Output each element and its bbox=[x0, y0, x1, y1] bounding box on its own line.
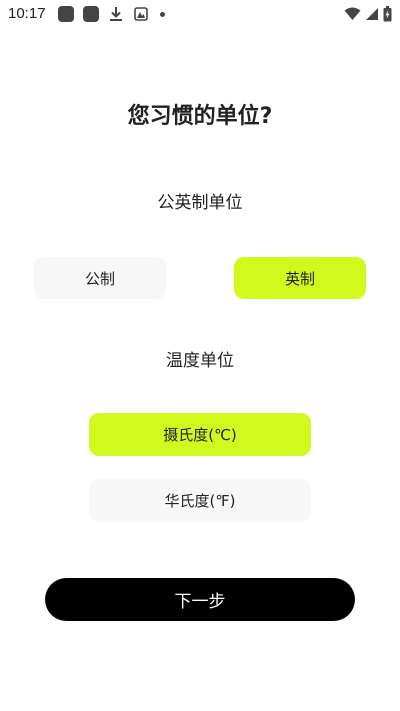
app-icon bbox=[83, 6, 99, 22]
fahrenheit-option[interactable]: 华氏度(℉) bbox=[89, 479, 311, 522]
imperial-option[interactable]: 英制 bbox=[234, 257, 366, 299]
photo-icon bbox=[133, 6, 149, 22]
fahrenheit-option-label: 华氏度(℉) bbox=[164, 492, 236, 510]
metric-option-label: 公制 bbox=[84, 269, 115, 288]
system-icons bbox=[340, 5, 392, 23]
status-time: 10:17 bbox=[8, 5, 46, 22]
celsius-option-label: 摄氏度(℃) bbox=[163, 426, 237, 444]
app-icon bbox=[58, 6, 74, 22]
next-button[interactable]: 下一步 bbox=[45, 578, 355, 621]
temperature-unit-title: 温度单位 bbox=[166, 351, 234, 371]
signal-icon bbox=[365, 7, 379, 21]
dot-icon bbox=[160, 11, 165, 17]
status-bar: 10:17 bbox=[0, 0, 400, 28]
battery-icon bbox=[383, 6, 392, 22]
next-button-label: 下一步 bbox=[174, 592, 226, 612]
unit-system-title: 公英制单位 bbox=[157, 193, 243, 213]
metric-option[interactable]: 公制 bbox=[34, 257, 166, 299]
celsius-option[interactable]: 摄氏度(℃) bbox=[89, 413, 311, 456]
page-title: 您习惯的单位? bbox=[127, 104, 273, 129]
notification-icons bbox=[58, 5, 165, 23]
wifi-icon bbox=[344, 7, 361, 21]
imperial-option-label: 英制 bbox=[284, 269, 315, 288]
download-icon bbox=[108, 6, 124, 22]
